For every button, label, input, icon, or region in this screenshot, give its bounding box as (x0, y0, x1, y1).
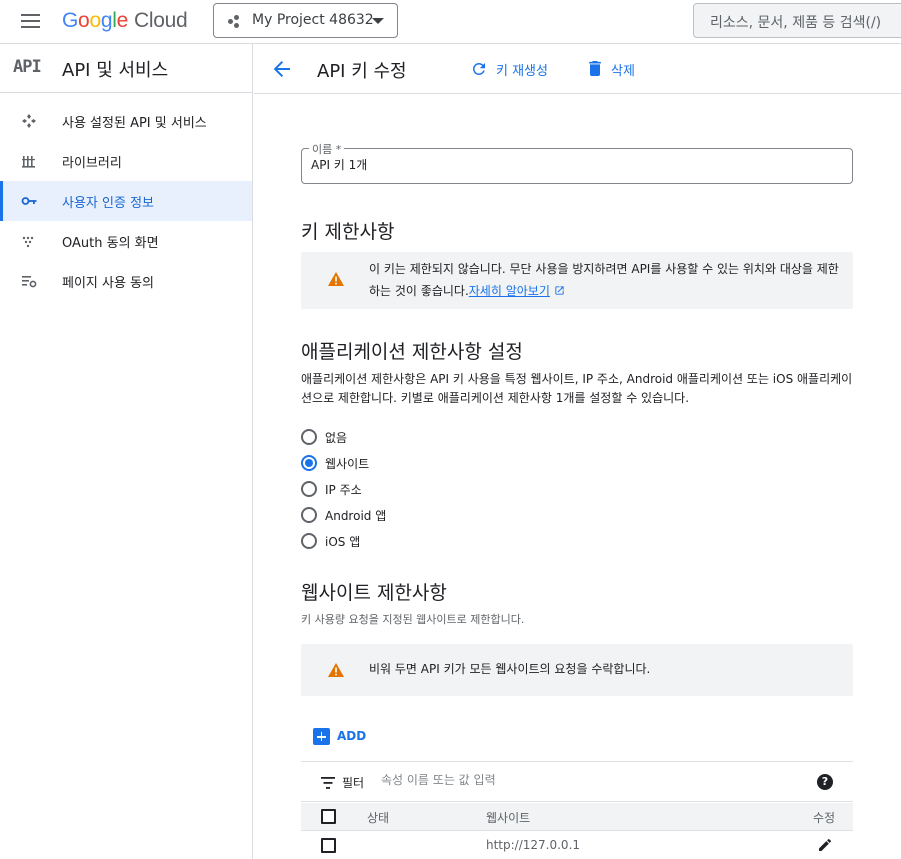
filter-label: 필터 (342, 776, 365, 790)
sidebar-item-label: OAuth 동의 화면 (62, 236, 159, 251)
back-arrow-icon[interactable] (271, 58, 293, 80)
sidebar-title: API 및 서비스 (62, 60, 169, 81)
trash-icon (589, 61, 601, 76)
page-settings-icon (22, 276, 37, 288)
radio-label: 없음 (325, 431, 348, 445)
column-header-edit: 수정 (813, 811, 836, 825)
library-icon (22, 156, 35, 168)
sidebar-header: API API 및 서비스 (0, 44, 252, 93)
radio-label: iOS 앱 (325, 535, 361, 549)
key-name-input[interactable] (311, 157, 841, 171)
radio-label: 웹사이트 (325, 457, 370, 471)
app-restrictions-description: 애플리케이션 제한사항은 API 키 사용을 특정 웹사이트, IP 주소, A… (301, 372, 853, 405)
filter-input[interactable] (381, 773, 781, 787)
key-restrictions-heading: 키 제한사항 (301, 221, 395, 243)
chevron-down-icon (372, 18, 384, 24)
search-placeholder: 리소스, 문서, 제품 등 검색(/) (710, 15, 882, 31)
radio-label: IP 주소 (325, 483, 362, 497)
sidebar-item-oauth-consent[interactable]: OAuth 동의 화면 (0, 221, 252, 261)
search-input[interactable]: 리소스, 문서, 제품 등 검색(/) (693, 3, 901, 38)
project-dots-icon (228, 15, 242, 29)
sidebar: API API 및 서비스 사용 설정된 API 및 서비스 라이브러리 사용자… (0, 44, 253, 859)
oauth-dots-icon (22, 236, 34, 248)
website-restrictions-subtitle: 키 사용량 요청을 지정된 웹사이트로 제한합니다. (301, 613, 525, 626)
key-name-label: 이름 * (309, 141, 345, 157)
add-icon (313, 728, 330, 745)
warning-icon (328, 663, 344, 677)
hub-icon (22, 114, 36, 128)
google-cloud-logo[interactable]: Google Cloud (62, 9, 188, 33)
radio-circle (301, 533, 317, 549)
website-restrictions-heading: 웹사이트 제한사항 (301, 582, 447, 604)
help-icon[interactable]: ? (817, 774, 833, 790)
refresh-icon (472, 62, 485, 75)
learn-more-link[interactable]: 자세히 알아보기 (469, 284, 565, 298)
add-label: ADD (337, 729, 367, 743)
sidebar-item-enabled-apis[interactable]: 사용 설정된 API 및 서비스 (0, 101, 252, 141)
column-header-status[interactable]: 상태 (367, 809, 389, 826)
sidebar-item-label: 사용 설정된 API 및 서비스 (62, 116, 207, 131)
external-link-icon (555, 286, 564, 295)
sidebar-item-label: 라이브러리 (62, 156, 122, 171)
api-icon: API (13, 57, 42, 77)
radio-circle (301, 429, 317, 445)
top-bar: Google Cloud My Project 48632 리소스, 문서, 제품… (0, 0, 901, 44)
menu-icon[interactable] (21, 13, 41, 29)
project-selector[interactable]: My Project 48632 (213, 3, 398, 38)
filter-icon (321, 777, 335, 789)
key-name-field[interactable]: 이름 * (301, 141, 853, 184)
notice-text: 비워 두면 API 키가 모든 웹사이트의 요청을 수락합니다. (369, 662, 651, 676)
row-checkbox[interactable] (321, 838, 336, 853)
warning-icon (328, 272, 344, 286)
edit-pencil-icon[interactable] (817, 837, 833, 853)
sidebar-item-label: 사용자 인증 정보 (62, 196, 154, 211)
row-website: http://127.0.0.1 (486, 838, 581, 852)
notice-text: 이 키는 제한되지 않습니다. 무단 사용을 방지하려면 API를 사용할 수 … (369, 262, 839, 298)
radio-circle (301, 507, 317, 523)
sidebar-item-page-usage-agreements[interactable]: 페이지 사용 동의 (0, 261, 252, 301)
filter-bar: 필터 ? (301, 761, 853, 802)
empty-websites-notice: 비워 두면 API 키가 모든 웹사이트의 요청을 수락합니다. (301, 644, 853, 696)
page-header: API 키 수정 키 재생성 삭제 (254, 44, 901, 94)
sidebar-item-credentials[interactable]: 사용자 인증 정보 (0, 181, 252, 221)
regenerate-key-label: 키 재생성 (496, 64, 548, 79)
column-header-website[interactable]: 웹사이트 (486, 809, 530, 826)
sidebar-item-library[interactable]: 라이브러리 (0, 141, 252, 181)
radio-circle (301, 481, 317, 497)
project-name: My Project 48632 (252, 12, 374, 28)
sidebar-item-label: 페이지 사용 동의 (62, 276, 154, 291)
table-row: http://127.0.0.1 (301, 832, 853, 859)
table-header: 상태 웹사이트 수정 (301, 803, 853, 831)
app-restrictions-heading: 애플리케이션 제한사항 설정 (301, 341, 523, 363)
key-icon (21, 197, 37, 205)
radio-label: Android 앱 (325, 509, 387, 523)
page-title: API 키 수정 (317, 61, 407, 82)
unrestricted-key-notice: 이 키는 제한되지 않습니다. 무단 사용을 방지하려면 API를 사용할 수 … (301, 252, 853, 309)
radio-circle (301, 455, 317, 471)
delete-label: 삭제 (611, 64, 635, 79)
select-all-checkbox[interactable] (321, 809, 336, 824)
